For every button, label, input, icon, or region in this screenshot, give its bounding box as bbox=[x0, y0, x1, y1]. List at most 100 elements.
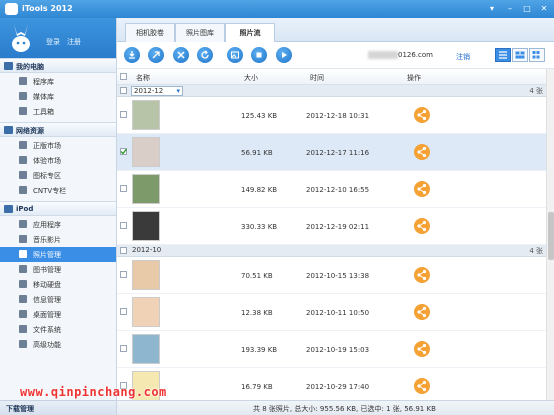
scrollbar[interactable] bbox=[546, 69, 554, 400]
photo-time: 2012-10-19 15:03 bbox=[306, 346, 370, 354]
close-button[interactable]: ✕ bbox=[536, 3, 552, 14]
sidebar-item-label: 体验市场 bbox=[33, 157, 61, 165]
sidebar-item[interactable]: 应用程序 bbox=[0, 217, 116, 232]
sidebar-item[interactable]: 图书管理 bbox=[0, 262, 116, 277]
share-button[interactable] bbox=[414, 218, 430, 234]
sidebar-item[interactable]: 高级功能 bbox=[0, 337, 116, 352]
table-row[interactable]: 12.38 KB 2012-10-11 10:50 bbox=[117, 294, 546, 331]
list-view-icon bbox=[499, 51, 507, 59]
sidebar-item[interactable]: 工具箱 bbox=[0, 104, 116, 119]
stop-icon bbox=[256, 52, 262, 58]
minimize-button[interactable]: – bbox=[502, 3, 518, 14]
table-row[interactable]: 70.51 KB 2012-10-15 13:38 bbox=[117, 257, 546, 294]
group-checkbox[interactable] bbox=[120, 87, 127, 94]
column-name[interactable]: 名称 bbox=[136, 73, 150, 83]
table-row[interactable]: 193.39 KB 2012-10-19 15:03 bbox=[117, 331, 546, 368]
tab-bar: 相机胶卷 照片图库 照片流 bbox=[117, 18, 554, 43]
app-title: iTools 2012 bbox=[22, 4, 73, 13]
detail-view-icon bbox=[515, 51, 525, 59]
tab-photo-stream[interactable]: 照片流 bbox=[225, 23, 275, 43]
photo-thumbnail[interactable] bbox=[132, 137, 160, 167]
sidebar-section-1[interactable]: 网络资源 bbox=[0, 122, 116, 137]
set-wallpaper-button[interactable] bbox=[227, 47, 243, 63]
sidebar-item-label: CNTV专栏 bbox=[33, 187, 67, 195]
row-checkbox[interactable] bbox=[120, 148, 127, 155]
logout-link[interactable]: 注销 bbox=[456, 52, 470, 62]
sidebar-item[interactable]: 正版市场 bbox=[0, 138, 116, 153]
photo-time: 2012-12-10 16:55 bbox=[306, 186, 370, 194]
photo-thumbnail[interactable] bbox=[132, 100, 160, 130]
select-all-checkbox[interactable] bbox=[120, 73, 127, 80]
group-checkbox[interactable] bbox=[120, 247, 127, 254]
photo-thumbnail[interactable] bbox=[132, 174, 160, 204]
grid-view-button[interactable] bbox=[529, 48, 545, 62]
photo-time: 2012-12-18 10:31 bbox=[306, 112, 370, 120]
row-checkbox[interactable] bbox=[120, 345, 127, 352]
icon-zone-icon bbox=[19, 171, 27, 179]
folder-icon bbox=[19, 325, 27, 333]
table-row[interactable]: 330.33 KB 2012-12-19 02:11 bbox=[117, 208, 546, 245]
play-slideshow-button[interactable] bbox=[276, 47, 292, 63]
share-button[interactable] bbox=[414, 107, 430, 123]
row-checkbox[interactable] bbox=[120, 271, 127, 278]
chevron-down-icon: ▾ bbox=[176, 87, 180, 95]
row-checkbox[interactable] bbox=[120, 185, 127, 192]
sidebar-item[interactable]: 桌面管理 bbox=[0, 307, 116, 322]
photo-thumbnail[interactable] bbox=[132, 211, 160, 241]
title-bar: iTools 2012 ▾ – □ ✕ bbox=[0, 0, 554, 18]
photo-thumbnail[interactable] bbox=[132, 260, 160, 290]
share-button[interactable] bbox=[414, 181, 430, 197]
sidebar-section-2[interactable]: iPod bbox=[0, 201, 116, 216]
scrollbar-thumb[interactable] bbox=[548, 212, 554, 260]
sidebar-item[interactable]: 文件系统 bbox=[0, 322, 116, 337]
menu-icon[interactable]: ▾ bbox=[484, 3, 500, 14]
photo-thumbnail[interactable] bbox=[132, 334, 160, 364]
toolbox-icon bbox=[19, 107, 27, 115]
photo-time: 2012-10-11 10:50 bbox=[306, 309, 370, 317]
sidebar-item[interactable]: 图标专区 bbox=[0, 168, 116, 183]
table-row[interactable]: 56.91 KB 2012-12-17 11:16 bbox=[117, 134, 546, 171]
sidebar-section-0[interactable]: 我的电脑 bbox=[0, 58, 116, 73]
account-name-blurred bbox=[368, 51, 398, 59]
sidebar-item[interactable]: 移动硬盘 bbox=[0, 277, 116, 292]
list-view-button[interactable] bbox=[495, 48, 511, 62]
sidebar-item[interactable]: 程序库 bbox=[0, 74, 116, 89]
tab-camera-roll[interactable]: 相机胶卷 bbox=[125, 23, 175, 42]
share-button[interactable] bbox=[414, 144, 430, 160]
sidebar-item[interactable]: 信息管理 bbox=[0, 292, 116, 307]
refresh-button[interactable] bbox=[197, 47, 213, 63]
sidebar-item[interactable]: CNTV专栏 bbox=[0, 183, 116, 198]
sidebar-item-label: 应用程序 bbox=[33, 221, 61, 229]
share-button[interactable] bbox=[414, 304, 430, 320]
share-button[interactable] bbox=[414, 341, 430, 357]
column-time[interactable]: 时间 bbox=[310, 73, 324, 83]
row-checkbox[interactable] bbox=[120, 308, 127, 315]
stop-button[interactable] bbox=[251, 47, 267, 63]
info-icon bbox=[19, 295, 27, 303]
month-select[interactable]: 2012-12 ▾ bbox=[131, 86, 183, 96]
download-manager-bar[interactable]: 下载管理 bbox=[0, 400, 116, 415]
share-button[interactable] bbox=[414, 378, 430, 394]
login-link[interactable]: 登录 bbox=[46, 37, 60, 47]
sidebar-item-label: 图书管理 bbox=[33, 266, 61, 274]
sidebar-item[interactable]: 媒体库 bbox=[0, 89, 116, 104]
import-button[interactable] bbox=[124, 47, 140, 63]
table-row[interactable]: 149.82 KB 2012-12-10 16:55 bbox=[117, 171, 546, 208]
sidebar-item[interactable]: 体验市场 bbox=[0, 153, 116, 168]
sidebar-item[interactable]: 照片管理 bbox=[0, 247, 116, 262]
column-action: 操作 bbox=[407, 74, 421, 82]
detail-view-button[interactable] bbox=[512, 48, 528, 62]
photo-size: 149.82 KB bbox=[241, 186, 278, 194]
maximize-button[interactable]: □ bbox=[519, 3, 535, 14]
share-button[interactable] bbox=[414, 267, 430, 283]
row-checkbox[interactable] bbox=[120, 222, 127, 229]
sidebar-item[interactable]: 音乐影片 bbox=[0, 232, 116, 247]
table-row[interactable]: 125.43 KB 2012-12-18 10:31 bbox=[117, 97, 546, 134]
register-link[interactable]: 注册 bbox=[67, 37, 81, 47]
tab-photo-library[interactable]: 照片图库 bbox=[175, 23, 225, 42]
row-checkbox[interactable] bbox=[120, 111, 127, 118]
column-size[interactable]: 大小 bbox=[244, 73, 258, 83]
export-button[interactable] bbox=[148, 47, 164, 63]
delete-button[interactable] bbox=[173, 47, 189, 63]
photo-thumbnail[interactable] bbox=[132, 297, 160, 327]
